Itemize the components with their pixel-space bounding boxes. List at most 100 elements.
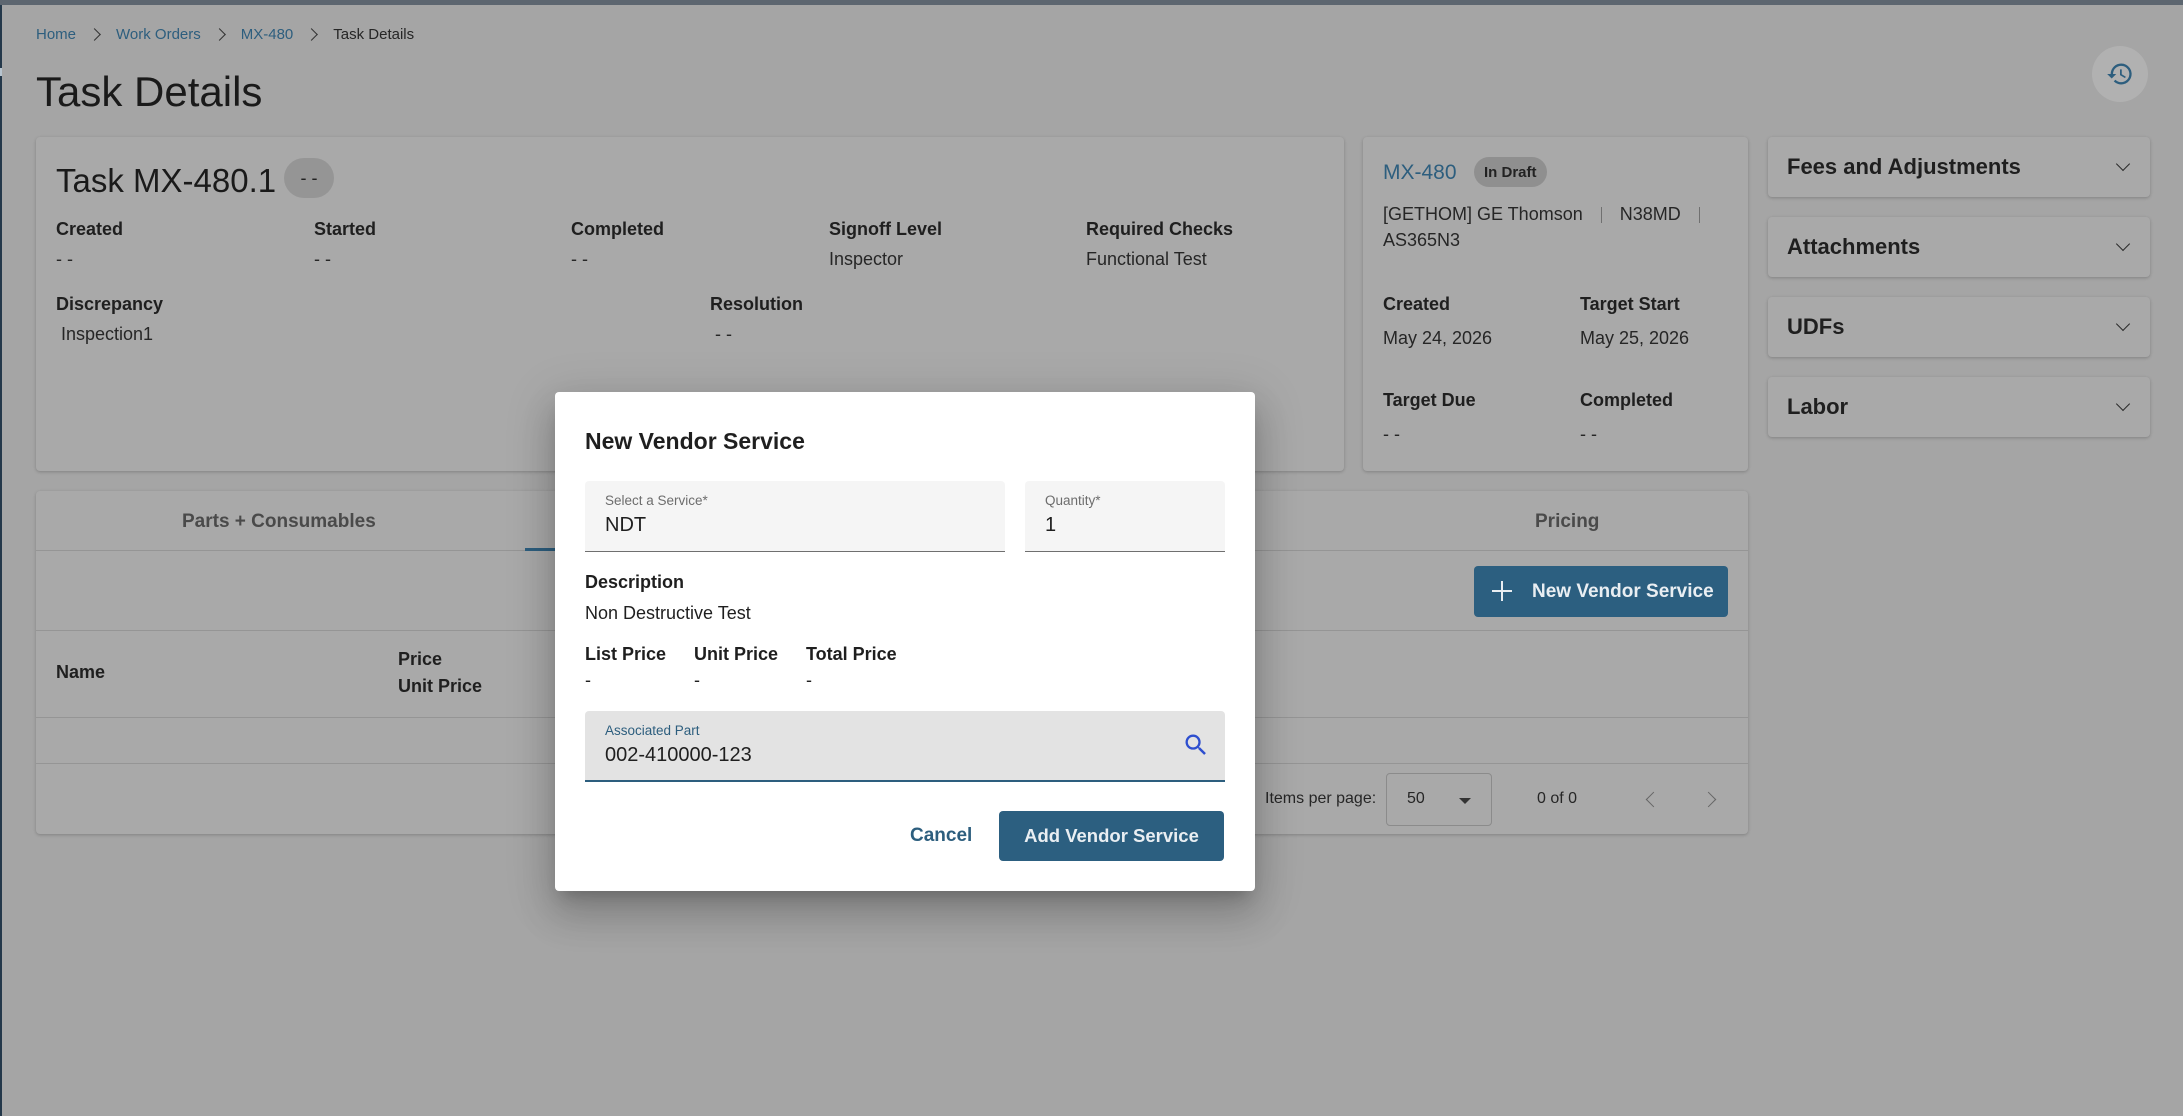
- associated-part-field[interactable]: Associated Part 002-410000-123: [585, 711, 1225, 782]
- work-order-link[interactable]: MX-480: [1383, 161, 1457, 185]
- field-value: Functional Test: [1086, 249, 1207, 269]
- page-size-select[interactable]: 50: [1386, 773, 1492, 826]
- chevron-down-icon: [2115, 316, 2131, 332]
- associated-part-value: 002-410000-123: [605, 744, 752, 766]
- chevron-right-icon: [212, 28, 226, 41]
- breadcrumb: Home Work Orders MX-480 Task Details: [36, 26, 414, 43]
- task-status-chip: - -: [284, 158, 334, 198]
- wo-target-start-field: Target Start May 25, 2026: [1580, 294, 1689, 349]
- service-label: Select a Service*: [605, 493, 708, 508]
- service-value: NDT: [605, 514, 647, 536]
- button-label: New Vendor Service: [1532, 580, 1714, 602]
- breadcrumb-home[interactable]: Home: [36, 26, 76, 43]
- field-value: Inspector: [829, 249, 904, 269]
- field-label: Completed: [1580, 390, 1674, 410]
- wo-completed-field: Completed - -: [1580, 390, 1673, 445]
- page-title: Task Details: [36, 68, 263, 115]
- new-vendor-service-button[interactable]: New Vendor Service: [1474, 566, 1728, 617]
- panel-labor[interactable]: Labor: [1768, 377, 2150, 437]
- breadcrumb-work-order[interactable]: MX-480: [241, 26, 294, 43]
- associated-part-label: Associated Part: [605, 723, 700, 738]
- quantity-field[interactable]: Quantity* 1: [1025, 481, 1225, 552]
- chevron-right-icon: [88, 28, 101, 41]
- aircraft-model: AS365N3: [1383, 230, 1461, 250]
- task-resolution-field: Resolution - -: [710, 294, 803, 345]
- total-price-label: Total Price: [806, 644, 897, 664]
- tab-parts-consumables[interactable]: Parts + Consumables: [182, 511, 376, 533]
- work-order-card: MX-480 In Draft [GETHOM] GE Thomson N38M…: [1363, 137, 1748, 471]
- chevron-down-icon: [2115, 156, 2131, 172]
- panel-title: Fees and Adjustments: [1787, 154, 2021, 179]
- status-badge: In Draft: [1474, 157, 1547, 187]
- task-title: Task MX-480.1: [56, 162, 277, 199]
- field-value: - -: [715, 324, 732, 344]
- dropdown-caret-icon: [1459, 798, 1471, 804]
- unit-price-value: -: [694, 670, 700, 690]
- wo-target-due-field: Target Due - -: [1383, 390, 1476, 445]
- total-price-value: -: [806, 670, 812, 690]
- field-value: - -: [571, 249, 588, 269]
- left-nav-edge: [0, 5, 2, 1116]
- field-label: Signoff Level: [829, 219, 943, 239]
- divider: [1698, 206, 1700, 223]
- list-price-label: List Price: [585, 644, 667, 664]
- history-button[interactable]: [2092, 46, 2148, 102]
- description-value: Non Destructive Test: [585, 603, 751, 623]
- customer-name: [GETHOM] GE Thomson: [1383, 204, 1583, 224]
- divider: [1600, 206, 1602, 223]
- field-label: Resolution: [710, 294, 803, 314]
- field-value: - -: [1383, 424, 1400, 444]
- history-icon: [2107, 63, 2132, 85]
- tail-number: N38MD: [1619, 204, 1681, 224]
- panel-title: Labor: [1787, 394, 1849, 419]
- field-value: May 24, 2026: [1383, 328, 1493, 348]
- description-label: Description: [585, 572, 685, 592]
- plus-icon: [1492, 581, 1512, 601]
- column-price[interactable]: Price: [398, 646, 442, 673]
- task-signoff-field: Signoff Level Inspector: [829, 219, 942, 270]
- work-order-info: [GETHOM] GE Thomson N38MD: [1383, 204, 1718, 225]
- field-value: - -: [1580, 424, 1597, 444]
- tab-pricing[interactable]: Pricing: [1535, 511, 1599, 533]
- field-label: Created: [56, 219, 124, 239]
- cancel-button[interactable]: Cancel: [910, 825, 972, 847]
- chevron-right-icon: [305, 28, 319, 41]
- unit-price-label: Unit Price: [694, 644, 779, 664]
- field-label: Discrepancy: [56, 294, 164, 314]
- previous-page-icon[interactable]: [1645, 791, 1662, 808]
- field-value: - -: [314, 249, 331, 269]
- panel-title: Attachments: [1787, 234, 1921, 259]
- field-label: Created: [1383, 294, 1451, 314]
- quantity-label: Quantity*: [1045, 493, 1101, 508]
- field-value: May 25, 2026: [1580, 328, 1690, 348]
- add-vendor-service-button[interactable]: Add Vendor Service: [999, 811, 1224, 861]
- search-icon[interactable]: [1182, 731, 1210, 759]
- quantity-value: 1: [1045, 514, 1057, 536]
- field-label: Started: [314, 219, 377, 239]
- window-top-border: [0, 0, 2183, 5]
- task-checks-field: Required Checks Functional Test: [1086, 219, 1233, 270]
- task-created-field: Created - -: [56, 219, 123, 270]
- panel-fees-and-adjustments[interactable]: Fees and Adjustments: [1768, 137, 2150, 197]
- field-label: Completed: [571, 219, 665, 239]
- task-discrepancy-field: Discrepancy Inspection1: [56, 294, 163, 345]
- task-completed-field: Completed - -: [571, 219, 664, 270]
- next-page-icon[interactable]: [1700, 791, 1717, 808]
- column-name[interactable]: Name: [56, 659, 105, 686]
- breadcrumb-work-orders[interactable]: Work Orders: [116, 26, 201, 43]
- wo-created-field: Created May 24, 2026: [1383, 294, 1492, 349]
- panel-attachments[interactable]: Attachments: [1768, 217, 2150, 277]
- field-value: - -: [56, 249, 73, 269]
- task-started-field: Started - -: [314, 219, 376, 270]
- field-label: Required Checks: [1086, 219, 1234, 239]
- left-nav-indicator: [0, 68, 2, 76]
- chevron-down-icon: [2115, 236, 2131, 252]
- column-unit-price[interactable]: Unit Price: [398, 673, 482, 700]
- service-select[interactable]: Select a Service* NDT: [585, 481, 1005, 552]
- breadcrumb-current: Task Details: [333, 26, 415, 43]
- panel-udfs[interactable]: UDFs: [1768, 297, 2150, 357]
- field-value: Inspection1: [61, 324, 154, 344]
- field-label: Target Due: [1383, 390, 1476, 410]
- items-per-page-label: Items per page:: [1265, 790, 1377, 807]
- new-vendor-service-dialog: New Vendor Service Select a Service* NDT…: [555, 392, 1255, 891]
